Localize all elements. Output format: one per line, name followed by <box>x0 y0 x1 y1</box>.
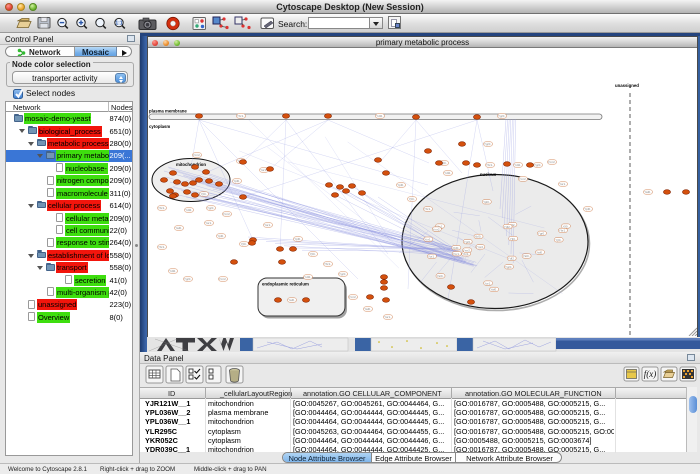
svg-text:Ygr0..: Ygr0.. <box>184 277 192 281</box>
svg-text:Ymr2..: Ymr2.. <box>349 295 358 299</box>
svg-text:cytoplasm: cytoplasm <box>149 124 170 129</box>
svg-text:Ygr0..: Ygr0.. <box>484 142 492 146</box>
svg-text:Ymr2..: Ymr2.. <box>476 245 485 249</box>
svg-text:Yjl0..: Yjl0.. <box>563 224 570 228</box>
svg-text:Ygr0..: Ygr0.. <box>505 265 513 269</box>
svg-text:unassigned: unassigned <box>615 83 639 88</box>
svg-text:Yal0..: Yal0.. <box>175 226 183 230</box>
svg-text:Ybr1..: Ybr1.. <box>158 206 166 210</box>
svg-text:nucleus: nucleus <box>480 172 497 177</box>
svg-text:Yor1..: Yor1.. <box>484 281 492 285</box>
svg-text:Yor1..: Yor1.. <box>205 221 213 225</box>
svg-text:Ybr1..: Ybr1.. <box>324 262 332 266</box>
svg-text:Ydl2..: Ydl2.. <box>376 114 384 118</box>
svg-text:Ymr2..: Ymr2.. <box>548 160 557 164</box>
svg-text:Ymr2..: Ymr2.. <box>519 177 528 181</box>
svg-text:Yjl0..: Yjl0.. <box>409 197 416 201</box>
svg-text:Ygr0..: Ygr0.. <box>534 163 542 167</box>
svg-text:Yjl0..: Yjl0.. <box>510 237 517 241</box>
svg-text:Ymr2..: Ymr2.. <box>219 277 228 281</box>
svg-text:Ygr0..: Ygr0.. <box>339 272 347 276</box>
svg-text:Ydl2..: Ydl2.. <box>508 257 516 261</box>
svg-text:Ydl2..: Ydl2.. <box>504 225 512 229</box>
svg-text:Ypl0..: Ypl0.. <box>294 237 302 241</box>
svg-text:Ybr1..: Ybr1.. <box>158 245 166 249</box>
svg-text:Yjl0..: Yjl0.. <box>201 192 208 196</box>
svg-text:Yal0..: Yal0.. <box>288 298 296 302</box>
svg-text:Yor1..: Yor1.. <box>384 315 392 319</box>
svg-text:Ypl0..: Ypl0.. <box>584 207 592 211</box>
svg-text:Ypl0..: Ypl0.. <box>483 200 491 204</box>
svg-text:Yal0..: Yal0.. <box>364 307 372 311</box>
svg-text:f(x): f(x) <box>644 369 657 379</box>
svg-text:Ypl0..: Ypl0.. <box>233 179 241 183</box>
svg-text:Ymr2..: Ymr2.. <box>432 227 441 231</box>
svg-text:Yjl0..: Yjl0.. <box>310 252 317 256</box>
svg-text:Ymr2..: Ymr2.. <box>193 153 202 157</box>
svg-text:Ybr1..: Ybr1.. <box>462 252 470 256</box>
svg-text:endoplasmic reticulum: endoplasmic reticulum <box>262 282 309 287</box>
svg-text:Yor1..: Yor1.. <box>559 182 567 186</box>
svg-text:Ypl0..: Ypl0.. <box>475 235 483 239</box>
svg-text:Ygr0..: Ygr0.. <box>207 206 215 210</box>
svg-text:1:1: 1:1 <box>115 20 122 26</box>
svg-text:Ymr2..: Ymr2.. <box>223 212 232 216</box>
svg-text:Yal0..: Yal0.. <box>523 254 531 258</box>
svg-text:Ypl0..: Ypl0.. <box>217 234 225 238</box>
svg-text:Ymr2..: Ymr2.. <box>463 248 472 252</box>
svg-text:Ydl2..: Ydl2.. <box>185 208 193 212</box>
svg-text:Ybr1..: Ybr1.. <box>237 114 245 118</box>
svg-text:Ydl2..: Ydl2.. <box>514 163 522 167</box>
svg-text:Yjl0..: Yjl0.. <box>555 238 562 242</box>
svg-text:Yal0..: Yal0.. <box>490 288 498 292</box>
svg-text:Ybr1..: Ybr1.. <box>486 163 494 167</box>
svg-text:Yor1..: Yor1.. <box>453 252 461 256</box>
svg-text:Yal0..: Yal0.. <box>644 190 652 194</box>
svg-text:Ybr1..: Ybr1.. <box>424 207 432 211</box>
svg-text:Yjl0..: Yjl0.. <box>241 242 248 246</box>
svg-text:Ydl2..: Ydl2.. <box>169 269 177 273</box>
svg-text:Ypl0..: Ypl0.. <box>397 183 405 187</box>
svg-text:Ygr0..: Ygr0.. <box>538 232 546 236</box>
svg-text:Yal0..: Yal0.. <box>437 274 445 278</box>
svg-text:Ygr0..: Ygr0.. <box>498 114 506 118</box>
svg-text:Ybr1..: Ybr1.. <box>559 229 567 233</box>
svg-text:Yal0..: Yal0.. <box>536 250 544 254</box>
svg-text:Ypl0..: Ypl0.. <box>453 246 461 250</box>
svg-text:Ydl2..: Ydl2.. <box>444 171 452 175</box>
svg-text:plasma membrane: plasma membrane <box>149 109 187 114</box>
svg-text:Yor1..: Yor1.. <box>428 255 436 259</box>
svg-text:Yor1..: Yor1.. <box>264 223 272 227</box>
svg-text:Yor1..: Yor1.. <box>424 237 432 241</box>
svg-text:Ydl2..: Ydl2.. <box>304 275 312 279</box>
svg-text:Ygr0..: Ygr0.. <box>464 240 472 244</box>
